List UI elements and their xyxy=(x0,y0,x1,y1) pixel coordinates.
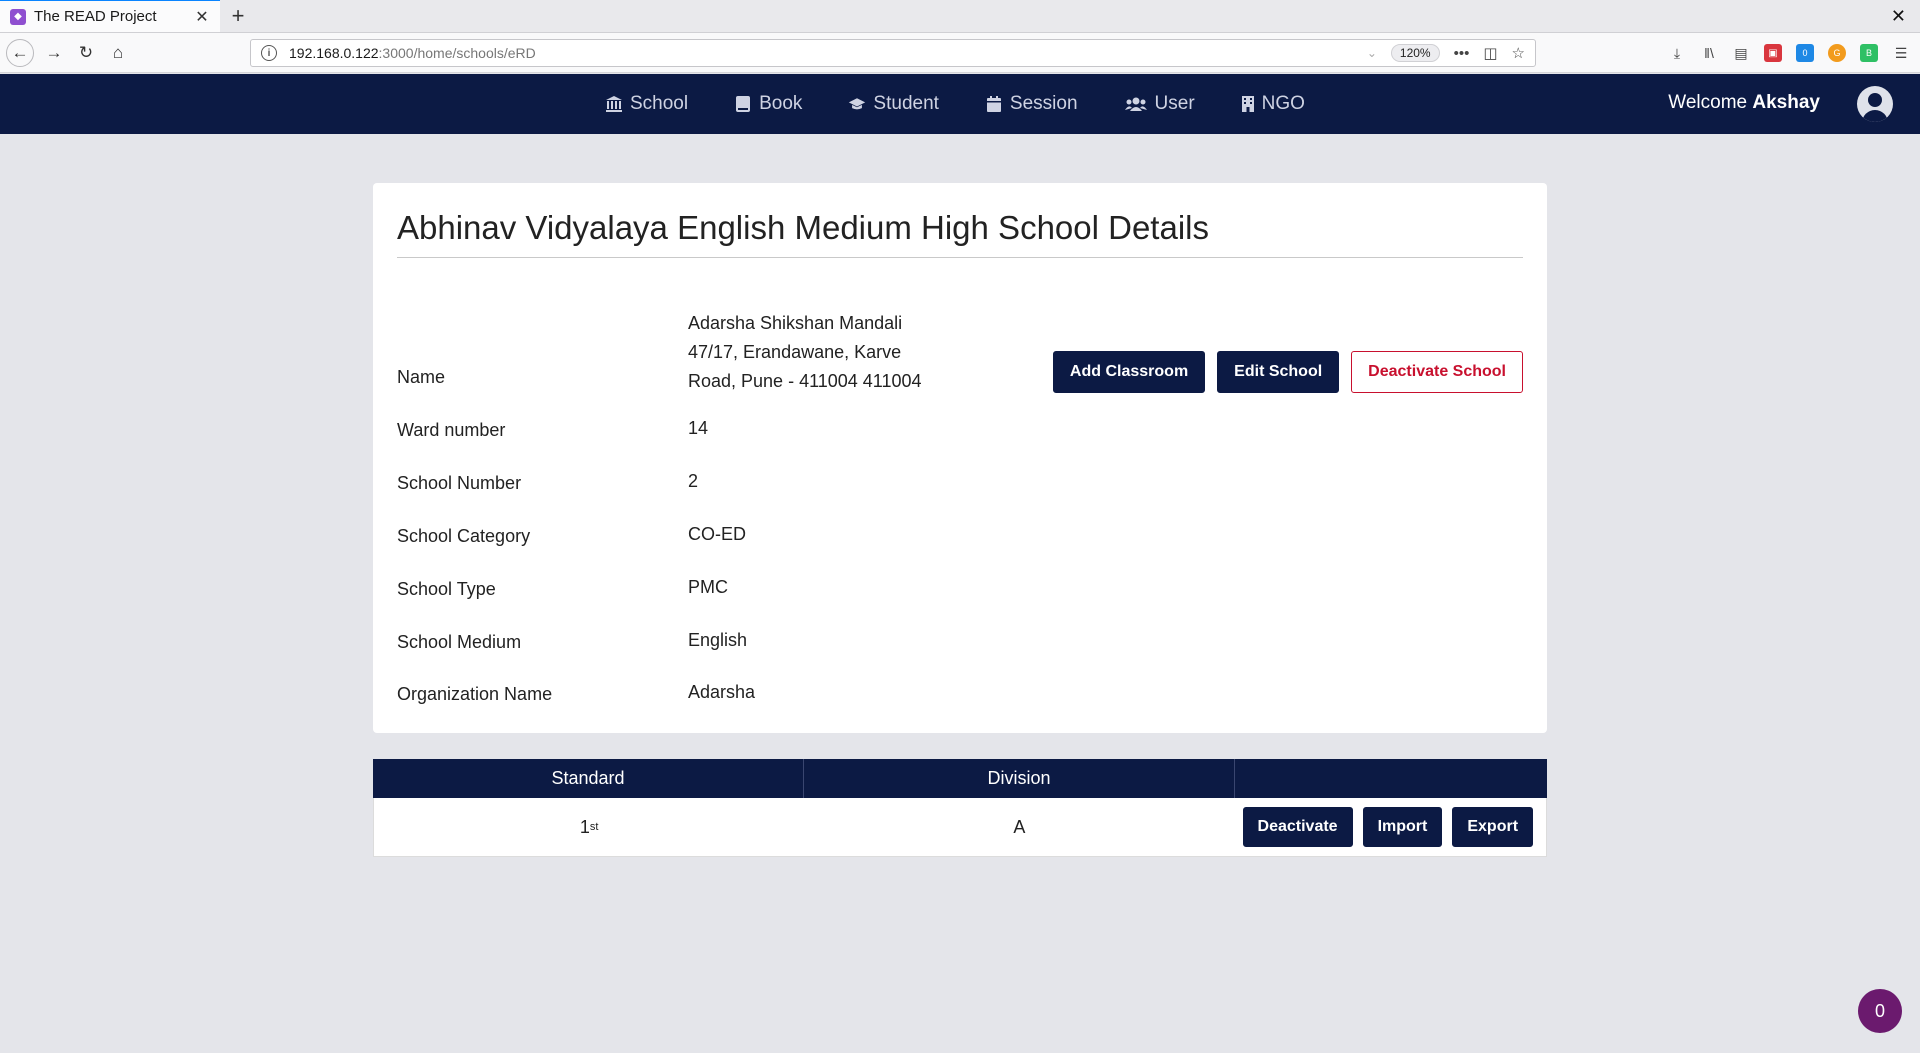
detail-value: Adarsha xyxy=(688,682,756,702)
detail-value: English xyxy=(688,630,748,650)
cell-standard: 1st xyxy=(374,798,804,856)
zoom-level[interactable]: 120% xyxy=(1390,44,1440,62)
standard-suffix: st xyxy=(589,821,599,833)
app-header: School Book Student Session User NGO Wel… xyxy=(0,74,1920,134)
detail-value: PMC xyxy=(688,577,728,597)
extension-counter-icon[interactable]: 0 xyxy=(1796,44,1814,62)
forward-icon[interactable]: → xyxy=(38,38,70,68)
users-icon xyxy=(1124,95,1148,113)
table-header: Standard Division xyxy=(373,759,1547,798)
user-avatar-icon[interactable] xyxy=(1857,86,1893,122)
cell-actions: Deactivate Import Export xyxy=(1235,798,1546,856)
url-host: 192.168.0.122 xyxy=(289,45,379,61)
cell-division: A xyxy=(1013,816,1026,837)
reload-icon[interactable]: ↻ xyxy=(70,38,102,68)
page-title: Abhinav Vidyalaya English Medium High Sc… xyxy=(397,209,1209,246)
building-icon xyxy=(1241,95,1255,113)
menu-item-school[interactable]: School xyxy=(605,93,688,115)
menu-label-student: Student xyxy=(873,93,939,114)
detail-label: School Type xyxy=(397,579,496,599)
detail-label: Name xyxy=(397,367,446,387)
export-button[interactable]: Export xyxy=(1452,807,1534,847)
sidebar-icon[interactable]: ▤ xyxy=(1732,44,1750,62)
new-tab-icon[interactable]: + xyxy=(220,0,256,32)
browser-toolbar: ⤓ ‖\ ▤ ▣ 0 G B ☰ xyxy=(1668,39,1910,67)
detail-value: 14 xyxy=(688,418,709,438)
tab-close-icon[interactable]: ✕ xyxy=(194,7,210,27)
window-close-icon[interactable]: ✕ xyxy=(1891,6,1906,27)
tab-title: The READ Project xyxy=(34,8,157,25)
url-path: :3000/home/schools/eRD xyxy=(378,45,536,61)
detail-value: CO-ED xyxy=(688,524,746,544)
menu-item-session[interactable]: Session xyxy=(985,93,1078,115)
back-icon[interactable]: ← xyxy=(6,38,34,67)
browser-tabbar: ◆ The READ Project ✕ + ✕ xyxy=(0,0,1920,33)
library-icon[interactable]: ‖\ xyxy=(1700,44,1718,62)
add-classroom-button[interactable]: Add Classroom xyxy=(1052,351,1206,393)
browser-navbar: ← → ↻ ⌂ i 192.168.0.122:3000/home/school… xyxy=(0,33,1920,73)
detail-label: School Number xyxy=(397,473,522,493)
graduation-cap-icon xyxy=(848,95,866,113)
menu-item-book[interactable]: Book xyxy=(734,93,802,115)
bookmark-star-icon[interactable]: ☆ xyxy=(1512,44,1525,62)
detail-value-line: Adarsha Shikshan Mandali xyxy=(688,313,903,333)
detail-value: Adarsha Shikshan Mandali 47/17, Erandawa… xyxy=(688,309,958,396)
username: Akshay xyxy=(1752,92,1820,113)
extension-red-icon[interactable]: ▣ xyxy=(1764,44,1782,62)
extension-orange-icon[interactable]: G xyxy=(1828,44,1846,62)
school-actions: Add Classroom Edit School Deactivate Sch… xyxy=(1052,351,1523,393)
url-bar[interactable]: i 192.168.0.122:3000/home/schools/eRD ⌄ … xyxy=(250,39,1536,67)
menu-item-user[interactable]: User xyxy=(1124,93,1195,115)
deactivate-school-button[interactable]: Deactivate School xyxy=(1351,351,1523,393)
detail-value-line: Road, Pune - 411004 411004 xyxy=(688,371,922,391)
menu-label-ngo: NGO xyxy=(1261,93,1305,114)
detail-label: School Medium xyxy=(397,632,522,652)
import-button[interactable]: Import xyxy=(1362,807,1443,847)
extension-green-icon[interactable]: B xyxy=(1860,44,1878,62)
browser-tab[interactable]: ◆ The READ Project ✕ xyxy=(0,0,220,32)
classroom-table: Standard Division 1st A Deactivate Impor… xyxy=(373,759,1547,857)
menu-label-user: User xyxy=(1154,93,1195,114)
column-header-division: Division xyxy=(804,759,1235,798)
detail-label: School Category xyxy=(397,526,531,546)
menu-label-book: Book xyxy=(759,93,803,114)
menu-label-session: Session xyxy=(1009,93,1078,114)
welcome-prefix: Welcome xyxy=(1668,92,1748,113)
column-header-standard: Standard xyxy=(373,759,804,798)
menu-hamburger-icon[interactable]: ☰ xyxy=(1892,44,1910,62)
download-icon[interactable]: ⤓ xyxy=(1668,44,1686,62)
edit-school-button[interactable]: Edit School xyxy=(1217,351,1340,393)
bank-icon xyxy=(605,95,623,113)
menu-item-ngo[interactable]: NGO xyxy=(1241,93,1305,115)
school-details-card: Abhinav Vidyalaya English Medium High Sc… xyxy=(373,183,1547,733)
standard-number: 1 xyxy=(579,816,590,837)
detail-value-line: 47/17, Erandawane, Karve xyxy=(688,342,902,362)
detail-label: Ward number xyxy=(397,420,506,440)
menu-item-student[interactable]: Student xyxy=(848,93,939,115)
app-favicon-icon: ◆ xyxy=(10,8,26,25)
welcome-text: Welcome Akshay xyxy=(1668,92,1820,114)
deactivate-classroom-button[interactable]: Deactivate xyxy=(1242,807,1353,847)
page-actions-icon[interactable]: ••• xyxy=(1454,45,1470,62)
detail-value: 2 xyxy=(688,471,699,491)
main-menu: School Book Student Session User NGO xyxy=(605,74,1305,134)
home-icon[interactable]: ⌂ xyxy=(102,38,134,68)
book-icon xyxy=(734,95,752,113)
pocket-icon[interactable]: ◫ xyxy=(1483,44,1497,62)
table-row: 1st A Deactivate Import Export xyxy=(373,798,1547,857)
menu-label-school: School xyxy=(630,93,689,114)
column-header-actions xyxy=(1235,759,1547,798)
title-divider xyxy=(397,257,1523,258)
notification-badge[interactable]: 0 xyxy=(1858,989,1902,1033)
chevron-down-icon[interactable]: ⌄ xyxy=(1367,46,1377,60)
calendar-icon xyxy=(985,95,1003,113)
site-info-icon[interactable]: i xyxy=(261,45,277,61)
detail-label: Organization Name xyxy=(397,684,553,704)
